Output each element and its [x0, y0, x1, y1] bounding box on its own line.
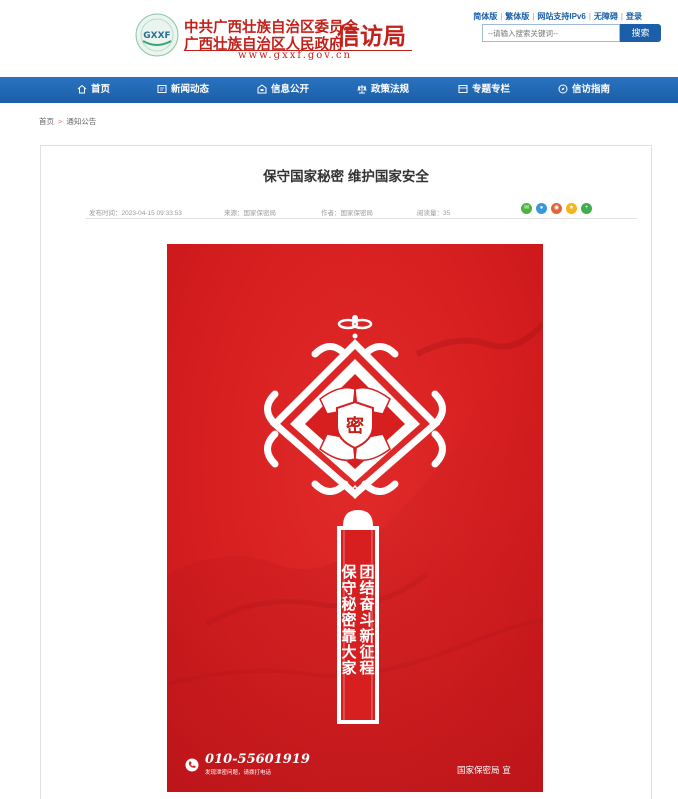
phone-icon — [185, 758, 199, 772]
link-login[interactable]: 登录 — [626, 12, 642, 21]
meta-published: 发布时间：2023-04-15 09:33:53 — [89, 210, 182, 217]
separator: | — [620, 12, 623, 21]
poster-slogan-right: 团结奋斗新征程 — [359, 563, 375, 677]
article-title: 保守国家秘密 维护国家安全 — [263, 169, 429, 184]
breadcrumb: 首页 > 通知公告 — [39, 116, 96, 127]
chinese-knot-emblem-icon: 密 — [264, 315, 446, 500]
breadcrumb-separator: > — [58, 117, 63, 126]
home-icon — [77, 85, 87, 94]
poster-image: 密 团结奋斗新征程 保守秘密靠大家 010-55601919 发现泄密问题，请拨… — [167, 244, 543, 792]
meta-source: 来源：国家保密局 — [224, 210, 276, 217]
search-input[interactable]: --请输入搜索关键词-- — [482, 24, 620, 42]
nav-label: 专题专栏 — [472, 84, 511, 95]
nav-item-info[interactable]: 信息公开 — [257, 77, 309, 103]
separator: | — [500, 12, 503, 21]
nav-label: 首页 — [91, 84, 111, 95]
article-container: 保守国家秘密 维护国家安全 发布时间：2023-04-15 09:33:53 来… — [40, 145, 652, 799]
poster-phone: 010-55601919 — [205, 752, 310, 767]
topic-icon — [458, 85, 468, 94]
qq-icon[interactable]: ● — [536, 203, 547, 214]
meta-views: 阅读量：35 — [417, 210, 451, 217]
breadcrumb-home[interactable]: 首页 — [39, 117, 54, 126]
site-header: GXXF 中共广西壮族自治区委员会 广西壮族自治区人民政府 信访局 www.gx… — [0, 0, 678, 77]
search-button[interactable]: 搜索 — [620, 24, 661, 42]
top-links: 简体版 | 繁体版 | 网站支持IPv6 | 无障碍 | 登录 — [473, 11, 642, 22]
nav-item-guide[interactable]: 信访指南 — [558, 77, 610, 103]
more-icon[interactable]: + — [581, 203, 592, 214]
breadcrumb-current[interactable]: 通知公告 — [66, 117, 96, 126]
nav-label: 信访指南 — [572, 84, 611, 95]
nav-item-news[interactable]: 新闻动态 — [157, 77, 209, 103]
nav-item-home[interactable]: 首页 — [77, 77, 110, 103]
poster-slogan-left: 保守秘密靠大家 — [341, 563, 357, 677]
meta-divider — [85, 218, 637, 219]
link-traditional[interactable]: 繁体版 — [505, 12, 529, 21]
nav-item-topics[interactable]: 专题专栏 — [458, 77, 510, 103]
poster-emblem-char: 密 — [346, 415, 364, 437]
scale-icon — [357, 85, 367, 94]
info-icon — [257, 84, 267, 94]
link-simplified[interactable]: 简体版 — [473, 12, 497, 21]
separator: | — [532, 12, 535, 21]
bureau-name: 信访局 — [337, 23, 406, 50]
compass-icon — [558, 84, 568, 94]
nav-label: 信息公开 — [271, 84, 310, 95]
wechat-icon[interactable]: ✉ — [521, 203, 532, 214]
logo-emblem-text: GXXF — [143, 31, 170, 41]
nav-label: 新闻动态 — [171, 84, 210, 95]
meta-author: 作者：国家保密局 — [321, 210, 373, 217]
poster-signature: 国家保密局 宣 — [457, 766, 511, 776]
weibo-icon[interactable]: ◉ — [551, 203, 562, 214]
qzone-icon[interactable]: ★ — [566, 203, 577, 214]
nav-label: 政策法规 — [371, 84, 410, 95]
poster-phone-sub: 发现泄密问题，请拨打电话 — [205, 770, 272, 776]
main-nav: 首页 新闻动态 信息公开 政策法规 专题专栏 信访指南 — [0, 77, 678, 103]
link-accessibility[interactable]: 无障碍 — [594, 12, 618, 21]
separator: | — [588, 12, 591, 21]
site-logo-emblem-icon[interactable]: GXXF — [135, 13, 179, 57]
site-url: www.gxxf.gov.cn — [238, 50, 352, 61]
nav-item-policy[interactable]: 政策法规 — [357, 77, 409, 103]
news-icon — [157, 85, 167, 94]
link-ipv6[interactable]: 网站支持IPv6 — [537, 12, 585, 21]
